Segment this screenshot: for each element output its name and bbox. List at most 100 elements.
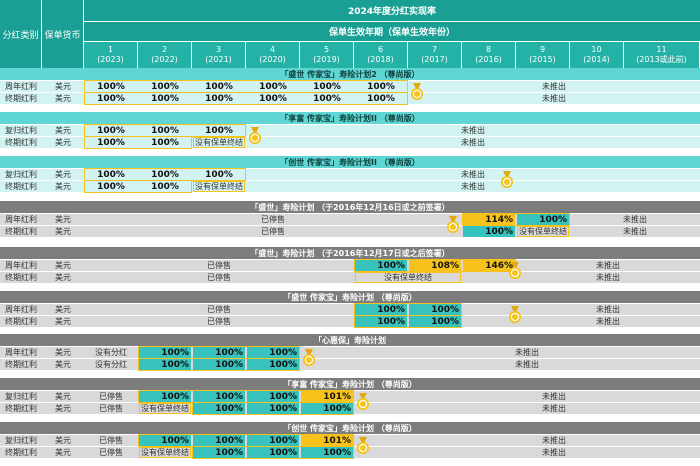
not-launched-text: 未推出 (596, 261, 620, 270)
year-number: 1 (107, 45, 114, 54)
medal-icon (357, 393, 369, 410)
year-number: 7 (431, 45, 438, 54)
year-column-header: 6 (2018) (354, 42, 408, 68)
medal-icon (501, 171, 513, 188)
not-launched-text: 未推出 (542, 94, 566, 103)
status-text: 没有分红 (95, 348, 127, 357)
medal-icon (411, 83, 423, 100)
currency: 美元 (55, 317, 71, 326)
dividend-type: 终期红利 (5, 273, 37, 282)
year-column-header: 8 (2016) (462, 42, 516, 68)
year-label: (2023) (97, 55, 124, 64)
not-launched-text: 未推出 (542, 436, 566, 445)
currency: 美元 (55, 448, 71, 457)
currency: 美元 (55, 360, 71, 369)
dividend-type: 周年红利 (5, 305, 37, 314)
not-launched-text: 未推出 (515, 360, 539, 369)
currency-header: 保单货币 (42, 0, 84, 68)
dividend-type: 终期红利 (5, 317, 37, 326)
status-text: 没有分红 (95, 360, 127, 369)
status-text: 已停售 (99, 436, 123, 445)
no-termination-text: 没有保单终结 (193, 137, 245, 148)
year-label: (2022) (151, 55, 178, 64)
dividend-rate: 100% (463, 226, 515, 237)
no-termination-text: 没有保单终结 (355, 272, 461, 283)
dividend-type: 复归红利 (5, 436, 37, 445)
year-label: (2018) (367, 55, 394, 64)
dividend-type: 复归红利 (5, 170, 37, 179)
medal-icon (447, 216, 459, 233)
highlight-box (84, 92, 408, 105)
table-title: 2024年度分红实现率 (84, 0, 700, 22)
currency: 美元 (55, 170, 71, 179)
dividend-type: 终期红利 (5, 227, 37, 236)
year-column-header: 7 (2017) (408, 42, 462, 68)
currency: 美元 (55, 404, 71, 413)
section-title: 「盛世 传家宝」寿险计划2 （尊尚版） (0, 68, 700, 80)
status-text: 已停售 (207, 317, 231, 326)
not-launched-text: 未推出 (596, 273, 620, 282)
not-launched-text: 未推出 (542, 82, 566, 91)
highlight-box (192, 446, 354, 459)
highlight-box (354, 315, 462, 328)
medal-icon (509, 306, 521, 323)
highlight-box (354, 259, 516, 272)
dividend-type: 周年红利 (5, 82, 37, 91)
status-text: 已停售 (99, 448, 123, 457)
year-number: 2 (161, 45, 168, 54)
no-termination-text: 没有保单终结 (139, 403, 191, 414)
currency: 美元 (55, 273, 71, 282)
section-title: 「盛世」寿险计划 （于2016年12月17日或之后签署） (0, 247, 700, 259)
currency: 美元 (55, 182, 71, 191)
year-label: (2013或此前) (636, 55, 687, 64)
currency: 美元 (55, 348, 71, 357)
currency: 美元 (55, 261, 71, 270)
highlight-box (84, 136, 192, 149)
year-label: (2020) (259, 55, 286, 64)
year-number: 3 (215, 45, 222, 54)
currency: 美元 (55, 215, 71, 224)
currency: 美元 (55, 138, 71, 147)
status-text: 已停售 (207, 261, 231, 270)
status-text: 已停售 (261, 215, 285, 224)
medal-icon (509, 262, 521, 279)
dividend-type: 复归红利 (5, 392, 37, 401)
year-column-header: 10 (2014) (570, 42, 624, 68)
not-launched-text: 未推出 (461, 138, 485, 147)
dividend-type: 周年红利 (5, 261, 37, 270)
section-title: 「享富 传家宝」寿险计划 （尊尚版） (0, 378, 700, 390)
not-launched-text: 未推出 (623, 215, 647, 224)
section-title: 「心惠保」寿险计划 (0, 334, 700, 346)
highlight-box (84, 180, 192, 193)
currency: 美元 (55, 94, 71, 103)
no-termination-text: 没有保单终结 (193, 181, 245, 192)
year-number: 5 (323, 45, 330, 54)
section-title: 「盛世 传家宝」寿险计划 （尊尚版） (0, 291, 700, 303)
year-column-header: 11 (2013或此前) (624, 42, 700, 68)
year-number: 10 (591, 45, 602, 54)
status-text: 已停售 (207, 273, 231, 282)
dividend-type: 复归红利 (5, 126, 37, 135)
section-title: 「创世 传家宝」寿险计划 （尊尚版） (0, 422, 700, 434)
not-launched-text: 未推出 (515, 348, 539, 357)
policy-year-header: 保单生效年期（保单生效年份） (84, 22, 700, 42)
dividend-type: 终期红利 (5, 448, 37, 457)
dividend-type: 周年红利 (5, 215, 37, 224)
year-label: (2015) (529, 55, 556, 64)
highlight-box (462, 213, 570, 226)
year-number: 11 (656, 45, 667, 54)
not-launched-text: 未推出 (542, 404, 566, 413)
highlight-box (138, 358, 300, 371)
not-launched-text: 未推出 (461, 126, 485, 135)
year-number: 4 (269, 45, 276, 54)
currency: 美元 (55, 392, 71, 401)
currency: 美元 (55, 227, 71, 236)
dividend-type: 终期红利 (5, 182, 37, 191)
medal-icon (249, 127, 261, 144)
not-launched-text: 未推出 (461, 170, 485, 179)
dividend-type: 终期红利 (5, 138, 37, 147)
year-column-header: 1 (2023) (84, 42, 138, 68)
year-column-header: 5 (2019) (300, 42, 354, 68)
not-launched-text: 未推出 (542, 392, 566, 401)
status-text: 已停售 (261, 227, 285, 236)
